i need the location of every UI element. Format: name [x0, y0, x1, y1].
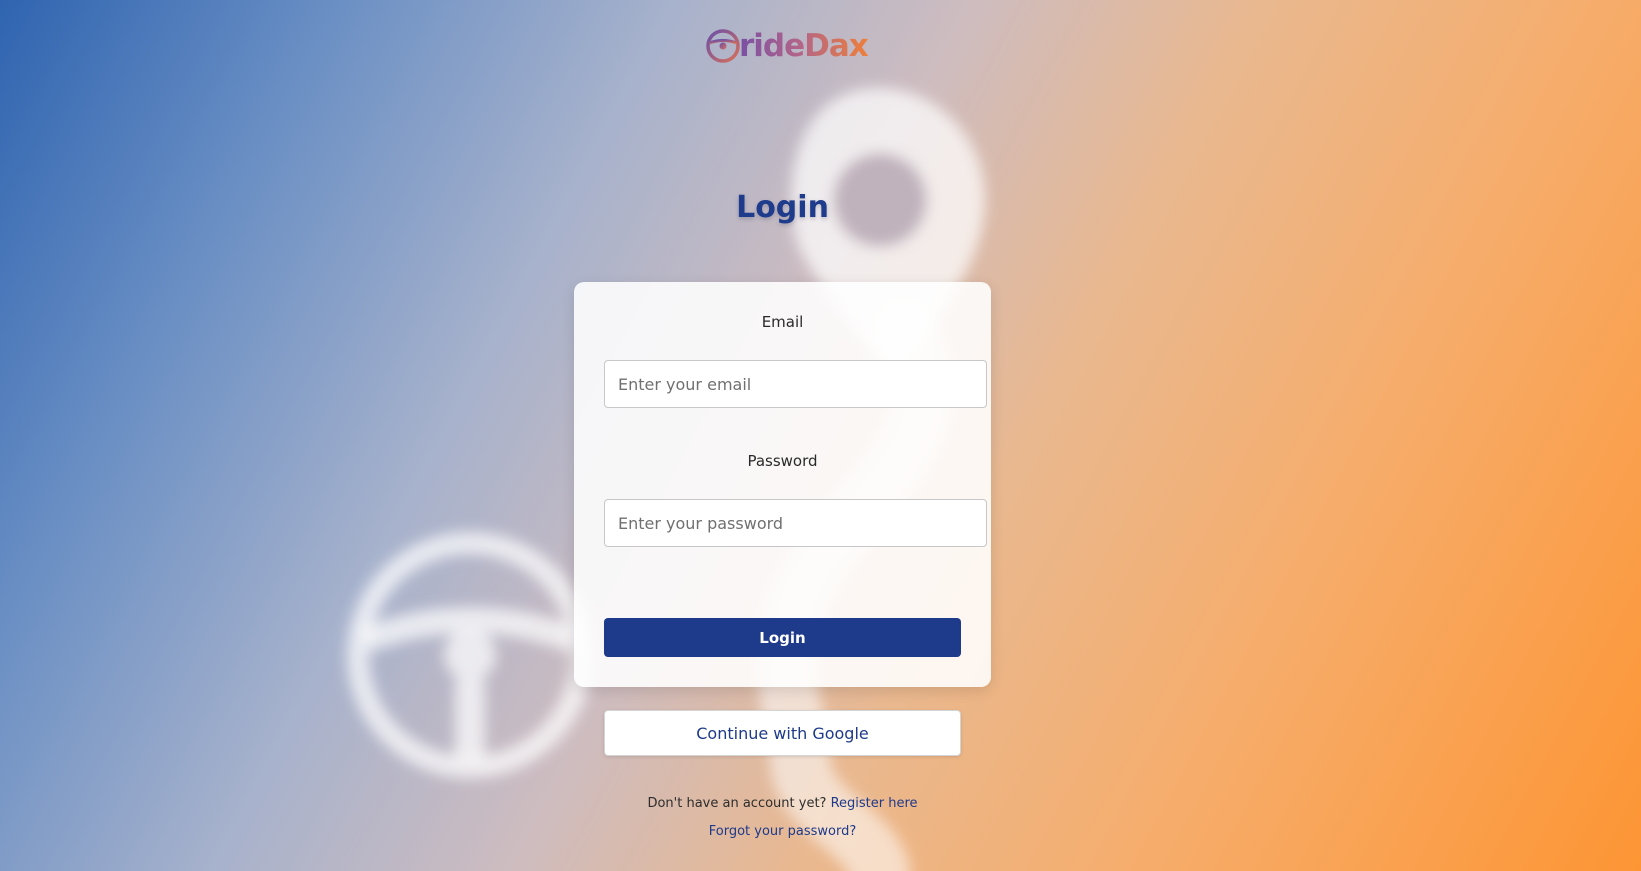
email-label: Email [761, 313, 804, 331]
register-link[interactable]: Register here [831, 796, 918, 811]
register-prompt-line: Don't have an account yet? Register here [0, 796, 1565, 811]
steering-wheel-icon [706, 29, 740, 63]
password-label: Password [747, 452, 818, 470]
register-prompt-text: Don't have an account yet? [647, 796, 827, 811]
page-title: Login [736, 190, 829, 225]
forgot-password-link[interactable]: Forgot your password? [709, 824, 857, 839]
login-form: Email Password Login [574, 282, 991, 687]
google-login-button[interactable]: Continue with Google [604, 710, 961, 756]
brand-logo[interactable]: rideDax [705, 26, 869, 66]
brand-name: rideDax [739, 28, 869, 64]
password-input[interactable] [604, 499, 987, 547]
email-input[interactable] [604, 360, 987, 408]
forgot-password-line: Forgot your password? [0, 824, 1565, 839]
login-button[interactable]: Login [604, 618, 961, 657]
steering-wheel-shape [347, 532, 593, 778]
